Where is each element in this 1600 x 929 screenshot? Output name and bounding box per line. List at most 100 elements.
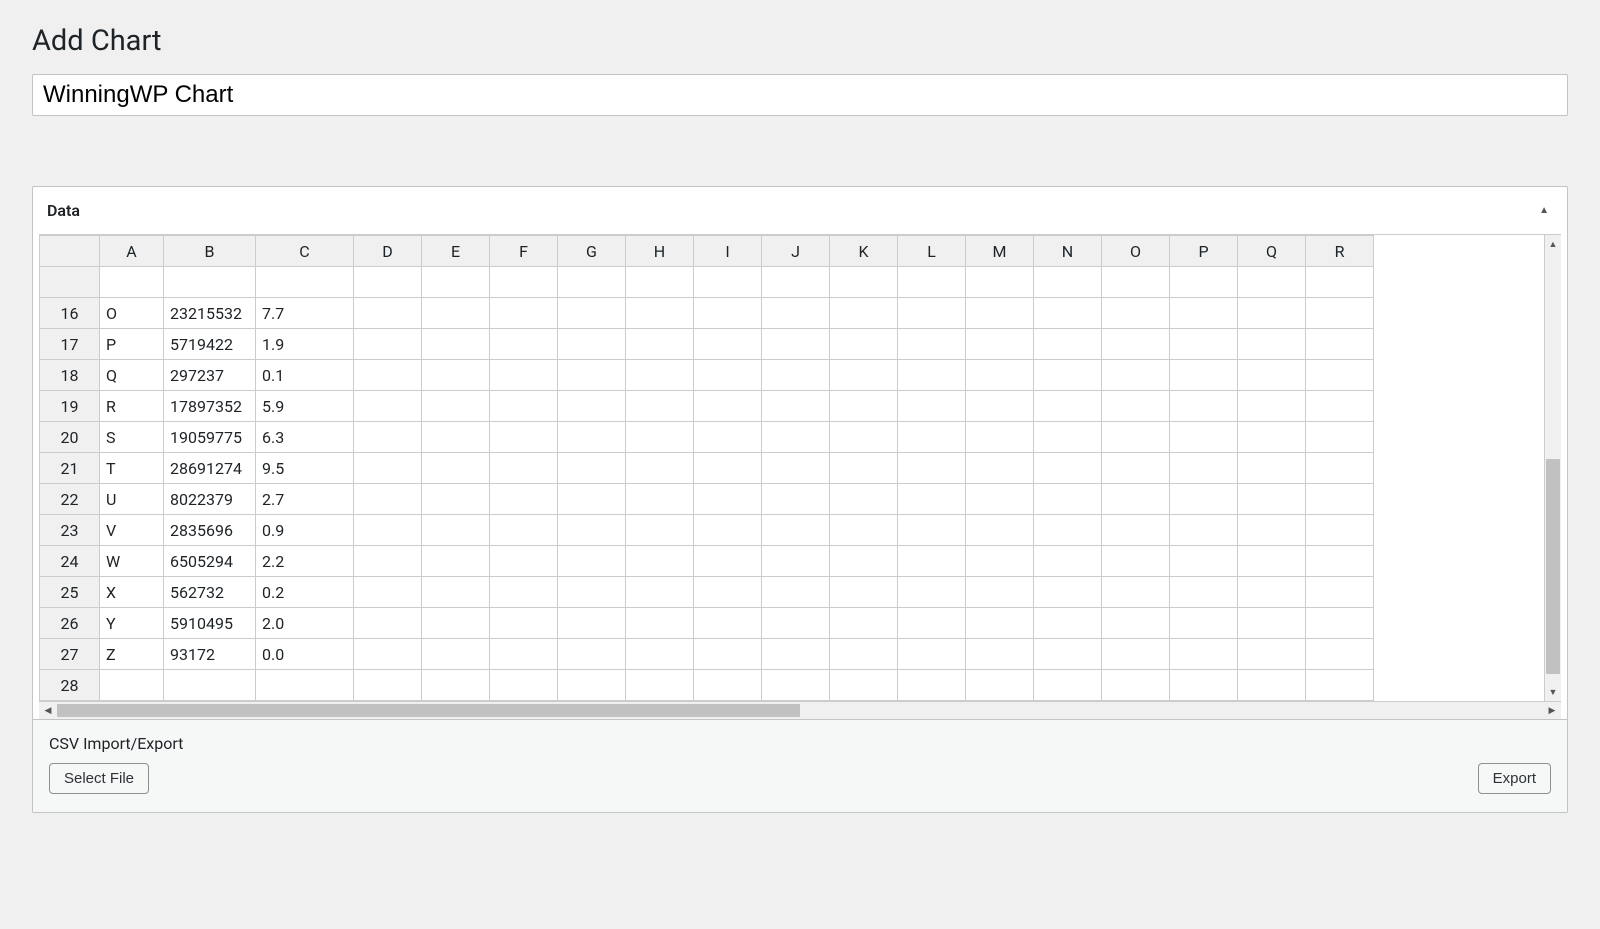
row-header[interactable]: 18 xyxy=(40,360,100,391)
row-header[interactable]: 16 xyxy=(40,298,100,329)
cell[interactable] xyxy=(558,329,626,360)
cell[interactable] xyxy=(1102,546,1170,577)
cell[interactable] xyxy=(1238,329,1306,360)
cell[interactable] xyxy=(422,577,490,608)
row-header[interactable]: 17 xyxy=(40,329,100,360)
column-header[interactable]: Q xyxy=(1238,236,1306,267)
cell[interactable] xyxy=(422,515,490,546)
cell[interactable] xyxy=(354,515,422,546)
cell[interactable] xyxy=(966,360,1034,391)
cell[interactable] xyxy=(694,577,762,608)
cell[interactable] xyxy=(966,329,1034,360)
cell[interactable] xyxy=(1238,360,1306,391)
cell[interactable] xyxy=(354,298,422,329)
cell[interactable] xyxy=(762,639,830,670)
cell[interactable] xyxy=(1102,577,1170,608)
cell[interactable] xyxy=(626,329,694,360)
cell[interactable] xyxy=(354,546,422,577)
cell[interactable] xyxy=(1306,608,1374,639)
cell[interactable] xyxy=(558,360,626,391)
cell[interactable] xyxy=(966,608,1034,639)
cell[interactable] xyxy=(1102,608,1170,639)
cell[interactable] xyxy=(898,453,966,484)
cell[interactable] xyxy=(422,639,490,670)
cell[interactable]: 0.1 xyxy=(256,360,354,391)
scroll-down-arrow-icon[interactable]: ▼ xyxy=(1545,683,1561,701)
cell[interactable] xyxy=(898,608,966,639)
cell[interactable] xyxy=(1238,298,1306,329)
cell[interactable] xyxy=(1238,577,1306,608)
column-header[interactable]: P xyxy=(1170,236,1238,267)
cell[interactable]: W xyxy=(100,546,164,577)
cell[interactable] xyxy=(1102,298,1170,329)
cell[interactable] xyxy=(762,608,830,639)
cell[interactable] xyxy=(422,298,490,329)
cell[interactable] xyxy=(966,546,1034,577)
cell[interactable] xyxy=(898,484,966,515)
cell[interactable]: 1.9 xyxy=(256,329,354,360)
cell[interactable] xyxy=(830,391,898,422)
cell[interactable] xyxy=(354,391,422,422)
cell[interactable] xyxy=(1034,422,1102,453)
cell[interactable] xyxy=(558,298,626,329)
cell[interactable] xyxy=(830,670,898,701)
cell[interactable]: O xyxy=(100,298,164,329)
cell[interactable] xyxy=(694,391,762,422)
select-file-button[interactable]: Select File xyxy=(49,763,149,794)
cell[interactable] xyxy=(490,670,558,701)
column-header[interactable]: E xyxy=(422,236,490,267)
cell[interactable] xyxy=(1034,608,1102,639)
cell[interactable] xyxy=(966,639,1034,670)
cell[interactable] xyxy=(164,670,256,701)
row-header[interactable]: 28 xyxy=(40,670,100,701)
cell[interactable]: 2.2 xyxy=(256,546,354,577)
cell[interactable]: R xyxy=(100,391,164,422)
cell[interactable] xyxy=(898,577,966,608)
cell[interactable] xyxy=(1238,639,1306,670)
cell[interactable]: Q xyxy=(100,360,164,391)
cell[interactable] xyxy=(966,670,1034,701)
cell[interactable] xyxy=(626,453,694,484)
cell[interactable]: 28691274 xyxy=(164,453,256,484)
cell[interactable] xyxy=(830,639,898,670)
cell[interactable] xyxy=(1170,546,1238,577)
cell[interactable] xyxy=(490,298,558,329)
cell[interactable] xyxy=(694,546,762,577)
cell[interactable] xyxy=(762,453,830,484)
cell[interactable] xyxy=(1238,391,1306,422)
cell[interactable]: 7.7 xyxy=(256,298,354,329)
cell[interactable] xyxy=(490,329,558,360)
cell[interactable] xyxy=(898,422,966,453)
cell[interactable] xyxy=(1170,515,1238,546)
cell[interactable] xyxy=(1306,639,1374,670)
cell[interactable] xyxy=(966,484,1034,515)
row-header[interactable]: 25 xyxy=(40,577,100,608)
cell[interactable] xyxy=(626,608,694,639)
column-header[interactable]: A xyxy=(100,236,164,267)
cell[interactable] xyxy=(490,422,558,453)
cell[interactable] xyxy=(1102,484,1170,515)
cell[interactable] xyxy=(558,639,626,670)
cell[interactable] xyxy=(830,577,898,608)
cell[interactable] xyxy=(1034,391,1102,422)
column-header[interactable]: O xyxy=(1102,236,1170,267)
cell[interactable]: P xyxy=(100,329,164,360)
column-header[interactable]: F xyxy=(490,236,558,267)
cell[interactable] xyxy=(422,484,490,515)
cell[interactable] xyxy=(490,360,558,391)
cell[interactable] xyxy=(1102,453,1170,484)
export-button[interactable]: Export xyxy=(1478,763,1551,794)
row-header[interactable]: 20 xyxy=(40,422,100,453)
cell[interactable] xyxy=(490,639,558,670)
scroll-up-arrow-icon[interactable]: ▲ xyxy=(1545,235,1561,253)
scroll-left-arrow-icon[interactable]: ◀ xyxy=(39,702,57,719)
cell[interactable]: U xyxy=(100,484,164,515)
row-header[interactable]: 19 xyxy=(40,391,100,422)
cell[interactable] xyxy=(1170,608,1238,639)
cell[interactable] xyxy=(1306,422,1374,453)
row-header[interactable]: 24 xyxy=(40,546,100,577)
cell[interactable] xyxy=(1238,422,1306,453)
cell[interactable] xyxy=(1238,484,1306,515)
cell[interactable] xyxy=(422,360,490,391)
cell[interactable] xyxy=(966,422,1034,453)
